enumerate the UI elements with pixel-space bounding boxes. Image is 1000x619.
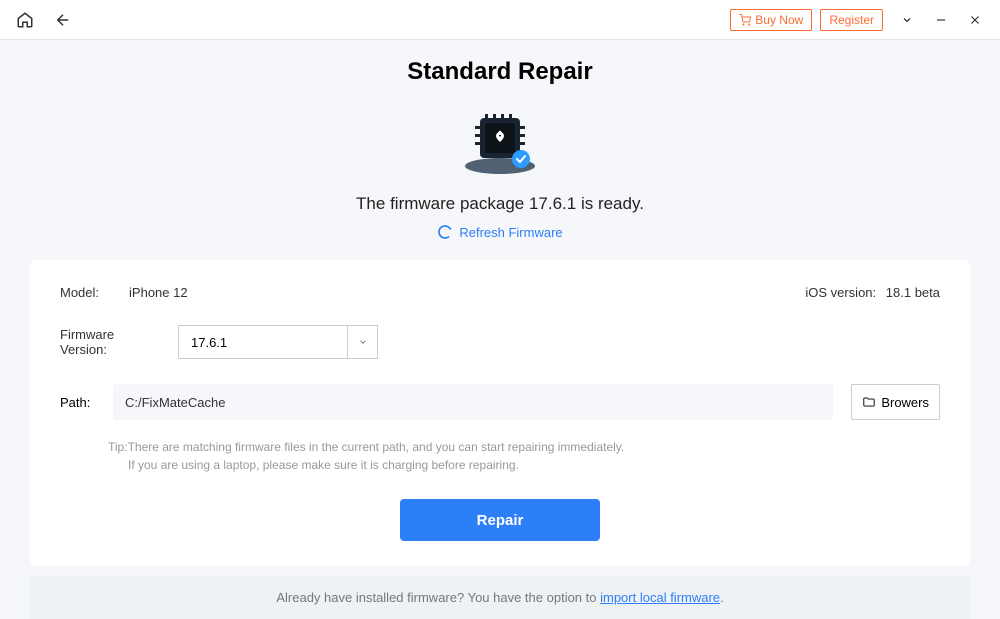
buy-now-label: Buy Now	[755, 13, 803, 27]
path-row: Path: Browers	[60, 384, 940, 420]
back-icon[interactable]	[53, 10, 73, 30]
tip-line1: There are matching firmware files in the…	[128, 440, 625, 454]
titlebar: Buy Now Register	[0, 0, 1000, 40]
repair-button[interactable]: Repair	[400, 499, 600, 541]
home-icon[interactable]	[15, 10, 35, 30]
path-label: Path:	[60, 395, 95, 410]
menu-chevron-icon[interactable]	[897, 10, 917, 30]
footer-suffix: .	[720, 590, 724, 605]
footer-text: Already have installed firmware? You hav…	[276, 590, 600, 605]
chip-illustration	[0, 106, 1000, 176]
register-label: Register	[829, 13, 874, 27]
firmware-version-label: Firmware Version:	[60, 327, 160, 357]
tip-text: Tip:There are matching firmware files in…	[108, 438, 940, 474]
firmware-version-select[interactable]: 17.6.1	[178, 325, 378, 359]
close-button[interactable]	[965, 10, 985, 30]
buy-now-button[interactable]: Buy Now	[730, 9, 812, 31]
ios-label: iOS version:	[805, 285, 876, 300]
titlebar-right: Buy Now Register	[730, 9, 985, 31]
path-input[interactable]	[113, 384, 833, 420]
repair-label: Repair	[477, 512, 524, 529]
tip-line2: If you are using a laptop, please make s…	[128, 456, 519, 474]
import-firmware-link[interactable]: import local firmware	[600, 590, 720, 605]
folder-icon	[862, 395, 876, 409]
cart-icon	[739, 14, 751, 26]
refresh-label: Refresh Firmware	[459, 225, 562, 240]
firmware-version-value: 17.6.1	[179, 335, 347, 350]
firmware-card: Model: iPhone 12 iOS version: 18.1 beta …	[30, 260, 970, 566]
firmware-version-row: Firmware Version: 17.6.1	[60, 325, 940, 359]
footer-bar: Already have installed firmware? You hav…	[30, 576, 970, 619]
model-label: Model:	[60, 285, 99, 300]
page-title: Standard Repair	[0, 58, 1000, 86]
register-button[interactable]: Register	[820, 9, 883, 31]
browse-button[interactable]: Browers	[851, 384, 940, 420]
chevron-down-icon	[347, 326, 377, 358]
ios-value: 18.1 beta	[886, 285, 940, 300]
tip-prefix: Tip:	[108, 440, 128, 454]
refresh-firmware-link[interactable]: Refresh Firmware	[0, 224, 1000, 240]
status-text: The firmware package 17.6.1 is ready.	[0, 194, 1000, 214]
minimize-button[interactable]	[931, 10, 951, 30]
device-info-row: Model: iPhone 12 iOS version: 18.1 beta	[60, 285, 940, 300]
titlebar-left	[15, 10, 73, 30]
browse-label: Browers	[881, 395, 929, 410]
model-value: iPhone 12	[129, 285, 188, 300]
refresh-icon	[437, 224, 453, 240]
